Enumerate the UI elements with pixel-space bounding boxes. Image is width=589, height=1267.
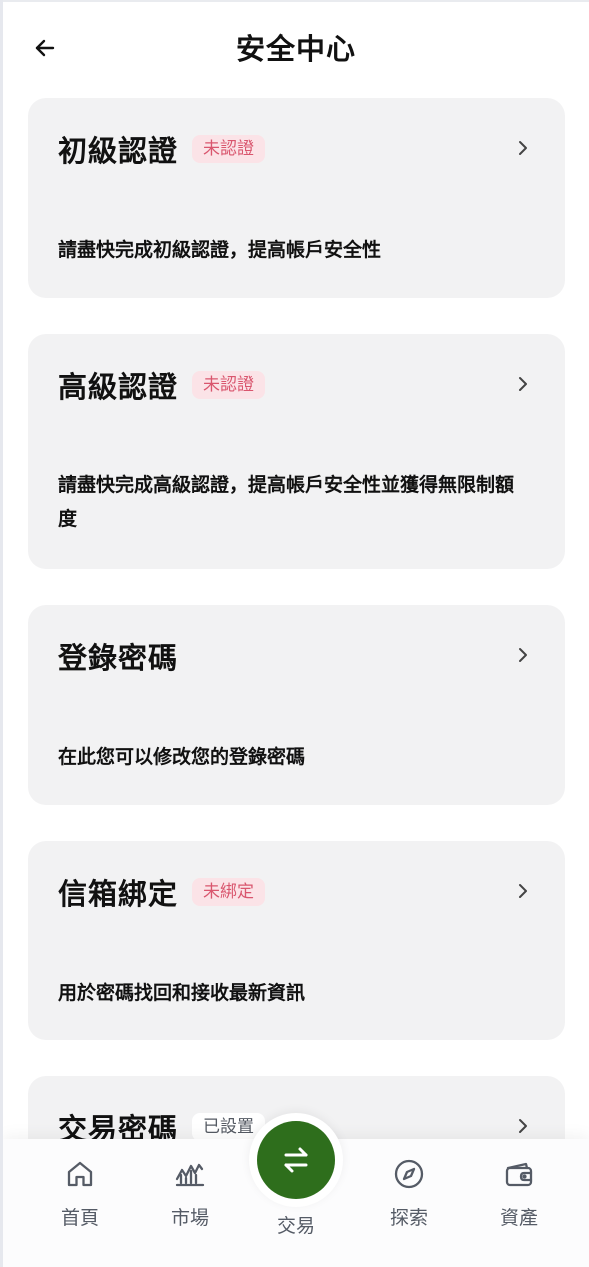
- card-description: 在此您可以修改您的登錄密碼: [58, 746, 306, 768]
- chevron-right-icon: [519, 648, 527, 662]
- tab-label: 首頁: [60, 1207, 99, 1229]
- card-advanced-verification[interactable]: 高級認證 未認證 請盡快完成高級認證，提高帳戶安全性並獲得無限制額度: [28, 334, 565, 569]
- card-title: 初級認證: [58, 134, 179, 168]
- chevron-right-icon: [519, 884, 527, 898]
- status-badge: 未認證: [192, 371, 266, 399]
- bottom-tab-bar: 首頁 市場 交易 探索 資產: [3, 1113, 589, 1267]
- card-basic-verification[interactable]: 初級認證 未認證 請盡快完成初級認證，提高帳戶安全性: [28, 98, 565, 298]
- header: 安全中心: [3, 0, 589, 96]
- wallet-icon: [502, 1157, 536, 1191]
- card-title: 登錄密碼: [58, 641, 179, 675]
- tab-label: 探索: [389, 1207, 428, 1229]
- chevron-right-icon: [519, 377, 527, 391]
- card-description: 請盡快完成高級認證，提高帳戶安全性並獲得無限制額度: [58, 474, 515, 530]
- status-badge: 未認證: [192, 135, 266, 163]
- tab-home[interactable]: 首頁: [30, 1157, 130, 1230]
- compass-icon: [392, 1157, 426, 1191]
- security-center-page: 安全中心 初級認證 未認證 請盡快完成初級認證，提高帳戶安全性 高級認證 未認證…: [0, 0, 589, 1267]
- market-chart-icon: [173, 1157, 207, 1191]
- tab-label: 資產: [499, 1207, 538, 1229]
- card-title-row: 高級認證 未認證: [58, 364, 266, 406]
- tab-assets[interactable]: 資產: [469, 1157, 569, 1230]
- card-email-binding[interactable]: 信箱綁定 未綁定 用於密碼找回和接收最新資訊: [28, 841, 565, 1040]
- tab-label: 市場: [170, 1207, 209, 1229]
- chevron-right-icon: [519, 1119, 527, 1133]
- page-title: 安全中心: [235, 32, 356, 66]
- status-badge: 未綁定: [192, 878, 266, 906]
- home-icon: [63, 1157, 97, 1191]
- chevron-right-icon: [519, 141, 527, 155]
- swap-arrows-icon: [284, 1147, 308, 1173]
- card-login-password[interactable]: 登錄密碼 在此您可以修改您的登錄密碼: [28, 605, 565, 805]
- card-description: 請盡快完成初級認證，提高帳戶安全性: [58, 239, 382, 261]
- tab-trade-button[interactable]: [257, 1121, 335, 1199]
- card-title: 高級認證: [58, 370, 179, 404]
- tab-market[interactable]: 市場: [140, 1157, 240, 1230]
- card-title-row: 初級認證 未認證: [58, 128, 266, 170]
- card-title-row: 信箱綁定 未綁定: [58, 871, 266, 913]
- card-title-row: 登錄密碼: [58, 635, 178, 677]
- card-title: 信箱綁定: [58, 877, 179, 911]
- tab-explore[interactable]: 探索: [359, 1157, 459, 1230]
- card-description: 用於密碼找回和接收最新資訊: [58, 982, 306, 1004]
- tab-label-trade: 交易: [276, 1215, 315, 1237]
